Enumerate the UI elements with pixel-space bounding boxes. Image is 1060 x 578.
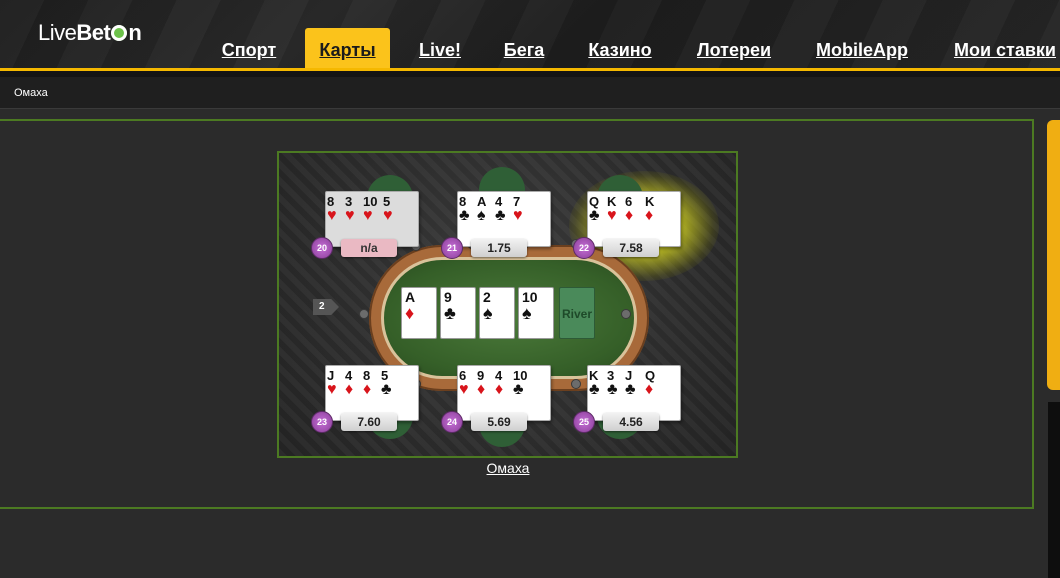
odds-button[interactable]: 4.56 xyxy=(603,413,659,431)
hole-card: 10 ♣ xyxy=(513,368,528,398)
dealer-arrow: 2 xyxy=(313,299,339,315)
side-scroll-tab[interactable] xyxy=(1047,120,1060,390)
odds-button[interactable]: 1.75 xyxy=(471,239,527,257)
hole-card: Q ♦ xyxy=(645,368,656,398)
clover-icon xyxy=(111,25,128,41)
board-card: A ♦ xyxy=(401,287,437,339)
seat-number-badge: 22 xyxy=(573,237,595,259)
seat-number-badge: 23 xyxy=(311,411,333,433)
seat-dot xyxy=(571,379,581,389)
game-title-link[interactable]: Омаха xyxy=(480,460,536,476)
nav-item-cards[interactable]: Карты xyxy=(305,28,390,68)
hole-card: 5 ♥ xyxy=(383,194,393,224)
seat-number-badge: 20 xyxy=(311,237,333,259)
hole-card: 7 ♥ xyxy=(513,194,523,224)
board-card: 2 ♠ xyxy=(479,287,515,339)
odds-button[interactable]: 7.60 xyxy=(341,413,397,431)
seat-number-badge: 24 xyxy=(441,411,463,433)
river-placeholder: River xyxy=(559,287,595,339)
hole-card: 6 ♦ xyxy=(625,194,634,224)
hole-card: J ♣ xyxy=(625,368,636,398)
site-logo[interactable]: LiveBet n xyxy=(38,20,142,46)
nav-item-lotteries[interactable]: Лотереи xyxy=(694,28,774,68)
breadcrumb[interactable]: Омаха xyxy=(14,87,48,99)
seat-dot xyxy=(621,309,631,319)
seat-number-badge: 25 xyxy=(573,411,595,433)
odds-button[interactable]: n/a xyxy=(341,239,397,257)
hole-card: K ♦ xyxy=(645,194,655,224)
board-card: 9 ♣ xyxy=(440,287,476,339)
odds-button[interactable]: 7.58 xyxy=(603,239,659,257)
header-accent-line xyxy=(0,68,1060,71)
nav-item-mobileapp[interactable]: MobileApp xyxy=(814,28,910,68)
subheader-bar: Омаха xyxy=(0,71,1060,109)
seat-dot xyxy=(359,309,369,319)
hole-card: 10 ♥ xyxy=(363,194,378,224)
nav-item-live[interactable]: Live! xyxy=(418,28,462,68)
board-card: 10 ♠ xyxy=(518,287,554,339)
nav-item-sport[interactable]: Спорт xyxy=(220,28,278,68)
odds-button[interactable]: 5.69 xyxy=(471,413,527,431)
omaha-game-thumbnail[interactable]: 2 A ♦ 9 ♣ 2 ♠ 10 ♠ River 8 ♥ 3 ♥ 10 ♥ 5 ♥ 20 n/a… xyxy=(277,151,738,458)
nav-item-my-bets[interactable]: Мои ставки xyxy=(950,28,1060,68)
nav-item-races[interactable]: Бега xyxy=(502,28,546,68)
hole-card: 5 ♣ xyxy=(381,368,392,398)
seat-number-badge: 21 xyxy=(441,237,463,259)
side-dark-panel xyxy=(1048,402,1060,578)
nav-item-casino[interactable]: Казино xyxy=(586,28,654,68)
